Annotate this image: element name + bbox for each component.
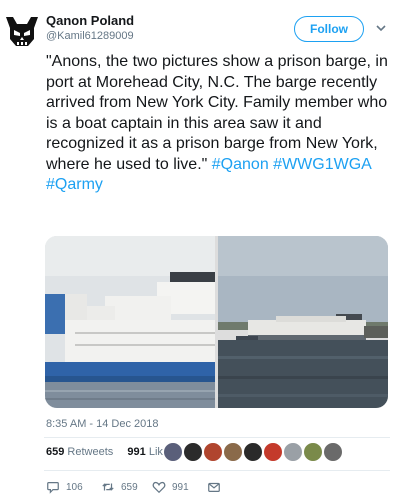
retweet-button[interactable]: 659 <box>101 479 138 495</box>
divider <box>44 437 390 438</box>
direct-message-button[interactable] <box>207 479 221 495</box>
reply-count: 106 <box>66 481 83 493</box>
like-button[interactable]: 991 <box>152 479 189 495</box>
tweet-text: "Anons, the two pictures show a prison b… <box>46 52 398 196</box>
media-grid <box>45 236 388 408</box>
tweet-stats: 659 Retweets 991 Likes <box>46 446 175 458</box>
liker-avatar[interactable] <box>203 442 223 462</box>
retweet-icon <box>102 483 114 491</box>
chevron-down-icon <box>376 25 386 32</box>
tweet-actions: 106 659 991 <box>46 479 246 495</box>
photo-barge-harbor[interactable] <box>218 236 388 408</box>
hashtag-link[interactable]: #WWG1WGA <box>273 156 371 173</box>
likes-count[interactable]: 991 <box>127 446 145 458</box>
barge-photo-harbor <box>218 236 388 408</box>
liker-avatar[interactable] <box>263 442 283 462</box>
retweets-label[interactable]: Retweets <box>67 446 113 458</box>
follow-button[interactable]: Follow <box>294 16 364 42</box>
tweet-menu-button[interactable] <box>374 21 388 35</box>
hashtag-link[interactable]: #Qanon <box>212 156 269 173</box>
tweet-timestamp[interactable]: 8:35 AM - 14 Dec 2018 <box>46 418 159 430</box>
author-name[interactable]: Qanon Poland <box>46 13 134 28</box>
liker-avatar[interactable] <box>303 442 323 462</box>
photo-barge-closeup[interactable] <box>45 236 215 408</box>
hashtag-link[interactable]: #Qarmy <box>46 176 103 193</box>
envelope-icon <box>208 482 220 492</box>
skull-logo-icon <box>6 17 38 46</box>
divider <box>44 470 390 471</box>
like-count: 991 <box>172 481 189 493</box>
avatar[interactable] <box>3 12 41 50</box>
liker-avatar[interactable] <box>183 442 203 462</box>
reply-button[interactable]: 106 <box>46 479 83 495</box>
retweets-count[interactable]: 659 <box>46 446 64 458</box>
liker-avatar[interactable] <box>243 442 263 462</box>
retweet-count: 659 <box>121 481 138 493</box>
liker-avatar[interactable] <box>223 442 243 462</box>
barge-photo-closeup <box>45 236 215 408</box>
liker-avatar[interactable] <box>163 442 183 462</box>
tweet-card: Qanon Poland @Kamil61289009 Follow "Anon… <box>0 0 408 500</box>
liker-avatar[interactable] <box>323 442 343 462</box>
liker-avatar[interactable] <box>283 442 303 462</box>
heart-icon <box>152 481 166 494</box>
author-handle[interactable]: @Kamil61289009 <box>46 30 134 42</box>
reply-icon <box>47 482 59 494</box>
